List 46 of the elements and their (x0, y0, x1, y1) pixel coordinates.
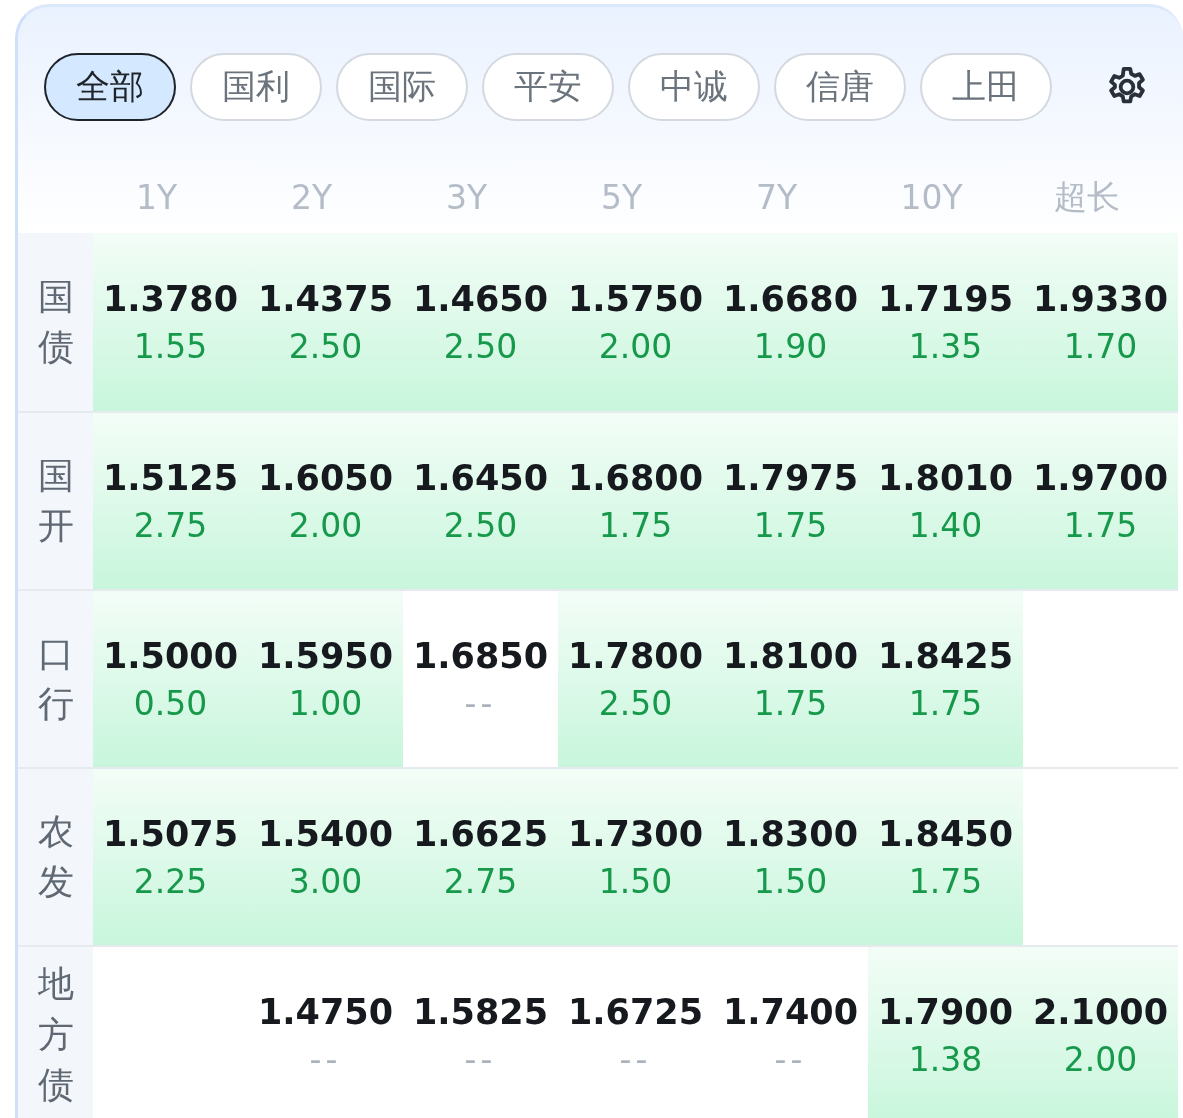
rate-cell[interactable]: 1.7195 1.35 (868, 233, 1023, 411)
rate-cell[interactable]: 1.8425 1.75 (868, 591, 1023, 767)
rate-cell[interactable]: 1.3780 1.55 (93, 233, 248, 411)
column-header: 10Y (899, 176, 964, 219)
row-label: 国债 (37, 274, 74, 369)
rate-cell[interactable]: 1.5125 2.75 (93, 413, 248, 589)
rate-cell[interactable]: 1.4650 2.50 (403, 233, 558, 411)
rate-cell[interactable]: 1.6625 2.75 (403, 769, 558, 945)
row-label: 农发 (37, 809, 74, 904)
row-label: 国开 (37, 453, 74, 548)
rate-cell[interactable]: 2.1000 2.00 (1023, 947, 1178, 1118)
column-header: 2Y (289, 176, 334, 219)
rate-cell[interactable]: 1.5750 2.00 (558, 233, 713, 411)
rate-cell[interactable]: 1.6800 1.75 (558, 413, 713, 589)
filter-tab[interactable]: 国际 (336, 53, 468, 121)
row-label: 地方债 (37, 962, 74, 1108)
filter-tab[interactable]: 平安 (482, 53, 614, 121)
column-header: 7Y (754, 176, 799, 219)
column-header: 5Y (599, 176, 644, 219)
rate-cell[interactable]: 1.4375 2.50 (248, 233, 403, 411)
filter-tab[interactable]: 上田 (920, 53, 1052, 121)
rate-cell[interactable]: 1.8300 1.50 (713, 769, 868, 945)
rate-cell[interactable]: 1.5400 3.00 (248, 769, 403, 945)
rate-cell[interactable]: 1.6050 2.00 (248, 413, 403, 589)
rate-cell[interactable]: 1.7300 1.50 (558, 769, 713, 945)
filter-tab[interactable]: 信唐 (774, 53, 906, 121)
rate-cell[interactable]: 1.5950 1.00 (248, 591, 403, 767)
row-label: 口行 (37, 631, 74, 726)
rate-cell[interactable]: 1.9700 1.75 (1023, 413, 1178, 589)
rate-cell[interactable]: 1.6450 2.50 (403, 413, 558, 589)
column-header: 1Y (134, 176, 179, 219)
filter-tab[interactable]: 国利 (190, 53, 322, 121)
rate-cell[interactable]: 1.5075 2.25 (93, 769, 248, 945)
rate-cell[interactable]: 1.8010 1.40 (868, 413, 1023, 589)
rate-cell[interactable]: 1.6680 1.90 (713, 233, 868, 411)
rate-cell[interactable]: 1.7900 1.38 (868, 947, 1023, 1118)
rate-cell[interactable]: 1.9330 1.70 (1023, 233, 1178, 411)
filter-tab[interactable]: 全部 (44, 53, 176, 121)
rate-cell[interactable]: 1.8100 1.75 (713, 591, 868, 767)
column-header: 超长 (1052, 175, 1121, 218)
rate-cell[interactable]: 1.8450 1.75 (868, 769, 1023, 945)
column-header: 3Y (444, 176, 489, 219)
rate-cell[interactable]: 1.7800 2.50 (558, 591, 713, 767)
filter-tab[interactable]: 中诚 (628, 53, 760, 121)
rate-cell[interactable]: 1.7975 1.75 (713, 413, 868, 589)
rate-cell[interactable]: 1.5000 0.50 (93, 591, 248, 767)
